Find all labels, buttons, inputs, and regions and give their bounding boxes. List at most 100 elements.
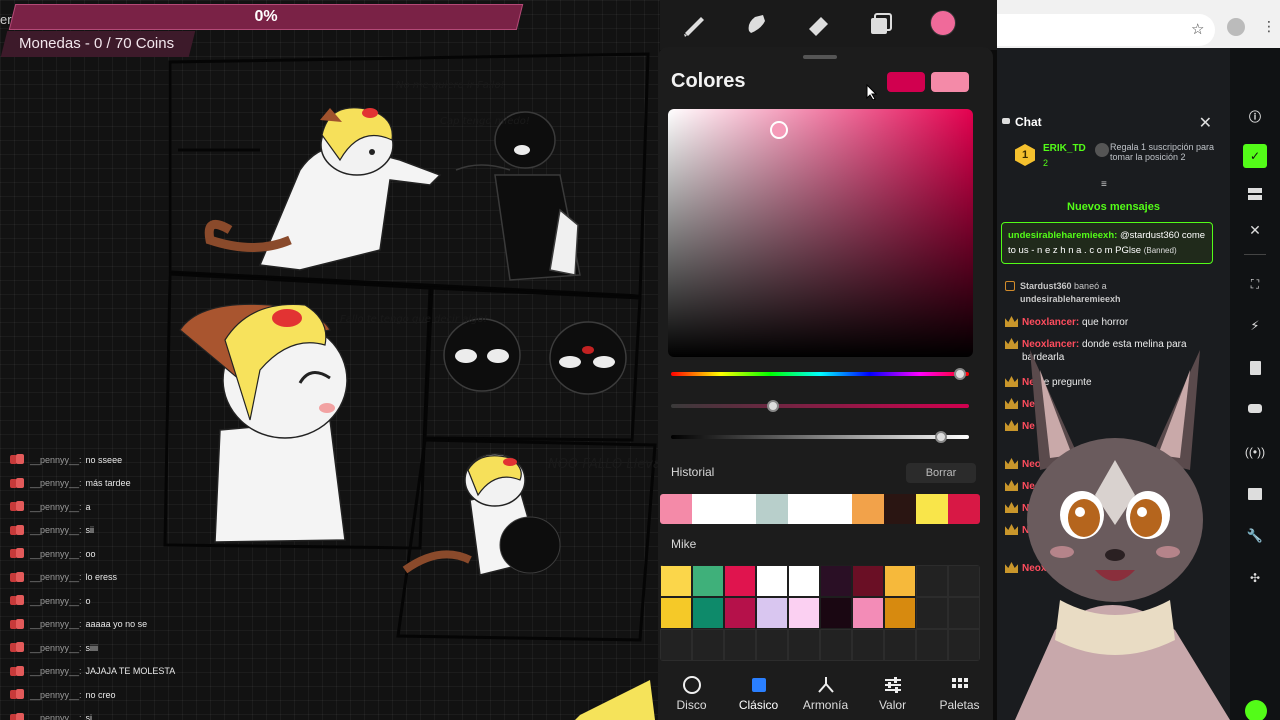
address-bar[interactable] — [997, 14, 1215, 46]
palette-color-swatch[interactable] — [788, 597, 820, 629]
brightness-slider[interactable] — [671, 431, 969, 443]
message-icon[interactable] — [1243, 398, 1267, 422]
tab-valor[interactable]: Valor — [863, 669, 923, 719]
layers-tool[interactable] — [866, 9, 896, 39]
smudge-tool[interactable] — [741, 9, 771, 39]
palette-color-swatch[interactable] — [660, 597, 692, 629]
history-color-swatch[interactable] — [820, 494, 852, 524]
info-icon[interactable]: ⓘ — [1243, 104, 1267, 128]
media-icon[interactable] — [1243, 482, 1267, 506]
hue-slider-knob[interactable] — [954, 368, 966, 380]
history-color-swatch[interactable] — [884, 494, 916, 524]
history-color-swatch[interactable] — [724, 494, 756, 524]
history-color-swatch[interactable] — [788, 494, 820, 524]
overlay-chat-user: __pennyy__: — [30, 572, 82, 583]
palette-name-label: Mike — [671, 537, 697, 551]
top-gifter-name[interactable]: ERIK_TD — [1043, 143, 1086, 154]
active-color-button[interactable] — [930, 10, 956, 36]
history-color-swatch[interactable] — [852, 494, 884, 524]
clear-history-button[interactable]: Borrar — [906, 463, 976, 483]
saturation-slider-knob[interactable] — [767, 400, 779, 412]
palette-empty-slot[interactable] — [948, 565, 980, 597]
palette-color-swatch[interactable] — [660, 565, 692, 597]
palette-empty-slot[interactable] — [788, 629, 820, 661]
browser-menu-icon[interactable]: ⋮ — [1262, 18, 1276, 35]
palette-color-swatch[interactable] — [692, 597, 724, 629]
palette-empty-slot[interactable] — [820, 629, 852, 661]
palette-color-swatch[interactable] — [884, 565, 916, 597]
characters-dark-middle — [443, 318, 627, 395]
overlay-chat-text: más tardee — [85, 478, 131, 489]
palette-empty-slot[interactable] — [916, 565, 948, 597]
brightness-slider-knob[interactable] — [935, 431, 947, 443]
palette-color-swatch[interactable] — [724, 597, 756, 629]
saturation-value-picker[interactable] — [668, 109, 973, 357]
broadcast-icon[interactable]: ((•)) — [1243, 440, 1267, 464]
palette-color-swatch[interactable] — [692, 565, 724, 597]
bookmark-star-icon[interactable]: ☆ — [1191, 20, 1204, 38]
previous-color-swatch[interactable] — [931, 72, 969, 92]
pinned-filter-icon[interactable]: ≡ — [1101, 179, 1107, 190]
color-palette-grid — [660, 565, 980, 661]
document-icon[interactable] — [1243, 356, 1267, 380]
close-icon[interactable]: ✕ — [1243, 218, 1267, 242]
eraser-tool[interactable] — [804, 9, 834, 39]
ban-notice-user[interactable]: Stardust360 — [1020, 281, 1072, 291]
clip-icon[interactable]: ⛶ — [1243, 272, 1267, 296]
extension-icon[interactable] — [1227, 18, 1245, 36]
tab-disco-label: Disco — [676, 698, 707, 712]
dashboard-icon[interactable] — [1243, 182, 1267, 206]
sub-badge-icon — [10, 665, 24, 677]
palette-empty-slot[interactable] — [692, 629, 724, 661]
palette-empty-slot[interactable] — [852, 629, 884, 661]
history-color-swatch[interactable] — [916, 494, 948, 524]
history-color-swatch[interactable] — [756, 494, 788, 524]
overlay-chat-text: a — [85, 501, 91, 512]
palette-empty-slot[interactable] — [724, 629, 756, 661]
brush-tool[interactable] — [679, 9, 709, 39]
palette-color-swatch[interactable] — [788, 565, 820, 597]
saturation-slider[interactable] — [671, 400, 969, 412]
tab-clasico[interactable]: Clásico — [729, 669, 789, 719]
history-color-swatch[interactable] — [660, 494, 692, 524]
lightning-icon[interactable]: ⚡ — [1243, 314, 1267, 338]
history-color-swatch[interactable] — [692, 494, 724, 524]
close-chat-icon[interactable]: ✕ — [1199, 113, 1212, 133]
support-button[interactable] — [1245, 700, 1267, 720]
tab-disco[interactable]: Disco — [662, 669, 722, 719]
ban-notice-target[interactable]: undesirableharemieexh — [1020, 294, 1121, 304]
tab-paletas[interactable]: Paletas — [930, 669, 990, 719]
tab-armonia[interactable]: Armonía — [796, 669, 856, 719]
history-color-swatch[interactable] — [948, 494, 980, 524]
palette-empty-slot[interactable] — [884, 629, 916, 661]
palette-color-swatch[interactable] — [852, 597, 884, 629]
wrench-icon[interactable]: 🔧 — [1243, 524, 1267, 548]
coins-goal-text: Monedas - 0 / 70 Coins — [19, 35, 175, 52]
palette-empty-slot[interactable] — [916, 597, 948, 629]
palette-color-swatch[interactable] — [852, 565, 884, 597]
current-color-swatch[interactable] — [887, 72, 925, 92]
hue-slider[interactable] — [671, 368, 969, 380]
community-icon[interactable]: ✣ — [1243, 566, 1267, 590]
palette-color-swatch[interactable] — [884, 597, 916, 629]
goal-progress-text: 0% — [254, 8, 278, 25]
palette-color-swatch[interactable] — [724, 565, 756, 597]
palette-empty-slot[interactable] — [948, 597, 980, 629]
palette-empty-slot[interactable] — [948, 629, 980, 661]
panel-grab-handle[interactable] — [803, 55, 837, 59]
saturation-value-knob[interactable] — [770, 121, 788, 139]
palette-empty-slot[interactable] — [916, 629, 948, 661]
check-icon[interactable]: ✓ — [1243, 144, 1267, 168]
palette-empty-slot[interactable] — [756, 629, 788, 661]
palette-color-swatch[interactable] — [820, 565, 852, 597]
palette-empty-slot[interactable] — [660, 629, 692, 661]
highlighted-message-user[interactable]: undesirableharemieexh: — [1008, 230, 1117, 241]
overlay-chat-text: JAJAJA TE MOLESTA — [85, 666, 176, 677]
palette-color-swatch[interactable] — [756, 597, 788, 629]
chat-message-user[interactable]: Neoxlancer: — [1022, 317, 1079, 328]
colors-panel: Colores Historial Borrar Mike Disco Clás… — [658, 47, 993, 720]
harmony-icon — [817, 677, 834, 693]
square-icon — [751, 678, 766, 692]
palette-color-swatch[interactable] — [756, 565, 788, 597]
palette-color-swatch[interactable] — [820, 597, 852, 629]
